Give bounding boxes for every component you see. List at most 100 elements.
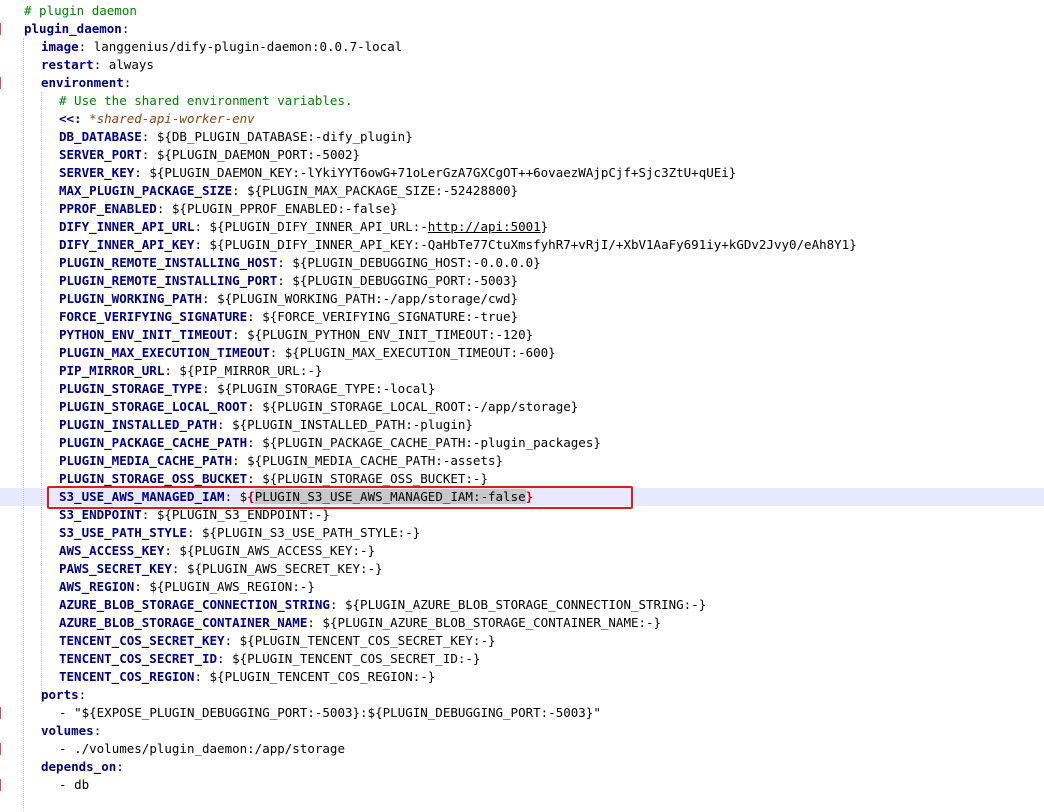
yaml-value: ${PLUGIN_DIFY_INNER_API_KEY:-QaHbTe77Ctu… [209,237,857,252]
code-line[interactable]: environment: [0,74,1044,92]
code-line[interactable]: volumes: [0,722,1044,740]
code-line[interactable]: plugin_daemon: [0,20,1044,38]
code-line[interactable]: depends_on: [0,758,1044,776]
code-line[interactable]: FORCE_VERIFYING_SIGNATURE: ${FORCE_VERIF… [0,308,1044,326]
yaml-merge-key: <<: [59,111,82,126]
yaml-value: ${PLUGIN_DIFY_INNER_API_URL:- [209,219,428,234]
code-line-text: depends_on: [41,759,124,774]
yaml-value: ${PLUGIN_TENCENT_COS_REGION:-} [209,669,436,684]
code-line[interactable]: DIFY_INNER_API_KEY: ${PLUGIN_DIFY_INNER_… [0,236,1044,254]
yaml-value: ${PLUGIN_STORAGE_OSS_BUCKET:-} [262,471,488,486]
code-line-text: PLUGIN_INSTALLED_PATH: ${PLUGIN_INSTALLE… [59,417,473,432]
code-line[interactable]: restart: always [0,56,1044,74]
code-line[interactable]: <<: *shared-api-worker-env [0,110,1044,128]
yaml-comment: # Use the shared environment variables. [59,93,353,108]
code-line[interactable]: PLUGIN_REMOTE_INSTALLING_PORT: ${PLUGIN_… [0,272,1044,290]
code-line-text: AZURE_BLOB_STORAGE_CONTAINER_NAME: ${PLU… [59,615,662,630]
yaml-key: MAX_PLUGIN_PACKAGE_SIZE [59,183,233,198]
fold-marker-icon[interactable] [0,707,4,719]
yaml-key: PIP_MIRROR_URL [59,363,165,378]
yaml-key: depends_on [41,759,117,774]
yaml-key: ports [41,687,79,702]
code-line[interactable]: PLUGIN_STORAGE_TYPE: ${PLUGIN_STORAGE_TY… [0,380,1044,398]
code-line[interactable]: # plugin daemon [0,2,1044,20]
code-line[interactable]: AZURE_BLOB_STORAGE_CONTAINER_NAME: ${PLU… [0,614,1044,632]
code-line-text: PLUGIN_REMOTE_INSTALLING_HOST: ${PLUGIN_… [59,255,541,270]
code-line-text: plugin_daemon: [24,21,130,36]
code-line-text: AWS_ACCESS_KEY: ${PLUGIN_AWS_ACCESS_KEY:… [59,543,376,558]
code-line[interactable]: TENCENT_COS_SECRET_KEY: ${PLUGIN_TENCENT… [0,632,1044,650]
yaml-value: always [108,57,154,72]
code-line[interactable]: PAWS_SECRET_KEY: ${PLUGIN_AWS_SECRET_KEY… [0,560,1044,578]
yaml-value: ${PLUGIN_MAX_PACKAGE_SIZE:-52428800} [247,183,519,198]
fold-marker-icon[interactable] [0,779,4,791]
code-line-text: PLUGIN_WORKING_PATH: ${PLUGIN_WORKING_PA… [59,291,519,306]
code-line-text: S3_USE_PATH_STYLE: ${PLUGIN_S3_USE_PATH_… [59,525,421,540]
code-line-text: - ./volumes/plugin_daemon:/app/storage [59,741,345,756]
code-line[interactable]: - ./volumes/plugin_daemon:/app/storage [0,740,1044,758]
code-line-text: ports: [41,687,87,702]
yaml-key: plugin_daemon [24,21,122,36]
code-line[interactable]: DB_DATABASE: ${DB_PLUGIN_DATABASE:-dify_… [0,128,1044,146]
yaml-key: PPROF_ENABLED [59,201,157,216]
yaml-key: environment [41,75,124,90]
code-line[interactable]: SERVER_KEY: ${PLUGIN_DAEMON_KEY:-lYkiYYT… [0,164,1044,182]
yaml-key: PLUGIN_MEDIA_CACHE_PATH [59,453,233,468]
yaml-key: TENCENT_COS_REGION [59,669,195,684]
code-line-text: - "${EXPOSE_PLUGIN_DEBUGGING_PORT:-5003}… [59,705,601,720]
fold-marker-icon[interactable] [0,77,4,89]
code-line-text: MAX_PLUGIN_PACKAGE_SIZE: ${PLUGIN_MAX_PA… [59,183,519,198]
yaml-key: FORCE_VERIFYING_SIGNATURE [59,309,248,324]
yaml-value: ${PLUGIN_STORAGE_TYPE:-local} [217,381,436,396]
code-line[interactable]: AWS_REGION: ${PLUGIN_AWS_REGION:-} [0,578,1044,596]
code-line[interactable]: PLUGIN_STORAGE_LOCAL_ROOT: ${PLUGIN_STOR… [0,398,1044,416]
code-line[interactable]: S3_USE_PATH_STYLE: ${PLUGIN_S3_USE_PATH_… [0,524,1044,542]
code-line[interactable]: PLUGIN_MAX_EXECUTION_TIMEOUT: ${PLUGIN_M… [0,344,1044,362]
yaml-alias: *shared-api-worker-env [89,111,255,126]
code-line[interactable]: TENCENT_COS_SECRET_ID: ${PLUGIN_TENCENT_… [0,650,1044,668]
fold-marker-icon[interactable] [0,743,4,755]
code-line[interactable]: PLUGIN_INSTALLED_PATH: ${PLUGIN_INSTALLE… [0,416,1044,434]
indent-guide [23,38,24,812]
code-line-text: PLUGIN_PACKAGE_CACHE_PATH: ${PLUGIN_PACK… [59,435,601,450]
code-line-text: <<: *shared-api-worker-env [59,110,255,128]
yaml-key: PLUGIN_REMOTE_INSTALLING_HOST [59,255,278,270]
yaml-value: ${PLUGIN_PACKAGE_CACHE_PATH:-plugin_pack… [262,435,601,450]
code-line[interactable]: - "${EXPOSE_PLUGIN_DEBUGGING_PORT:-5003}… [0,704,1044,722]
yaml-key: AZURE_BLOB_STORAGE_CONTAINER_NAME [59,615,308,630]
code-line[interactable]: SERVER_PORT: ${PLUGIN_DAEMON_PORT:-5002} [0,146,1044,164]
yaml-key: image [41,39,79,54]
yaml-value: ${PLUGIN_S3_ENDPOINT:-} [156,507,330,522]
code-line[interactable]: ports: [0,686,1044,704]
code-line-text: TENCENT_COS_SECRET_ID: ${PLUGIN_TENCENT_… [59,651,481,666]
code-line[interactable]: PLUGIN_PACKAGE_CACHE_PATH: ${PLUGIN_PACK… [0,434,1044,452]
code-line[interactable]: MAX_PLUGIN_PACKAGE_SIZE: ${PLUGIN_MAX_PA… [0,182,1044,200]
code-line[interactable]: AWS_ACCESS_KEY: ${PLUGIN_AWS_ACCESS_KEY:… [0,542,1044,560]
code-line-text: DIFY_INNER_API_URL: ${PLUGIN_DIFY_INNER_… [59,219,549,234]
code-line[interactable]: - db [0,776,1044,794]
code-line[interactable]: TENCENT_COS_REGION: ${PLUGIN_TENCENT_COS… [0,668,1044,686]
code-line[interactable]: PIP_MIRROR_URL: ${PIP_MIRROR_URL:-} [0,362,1044,380]
fold-marker-icon[interactable] [0,23,4,35]
code-line[interactable]: PPROF_ENABLED: ${PLUGIN_PPROF_ENABLED:-f… [0,200,1044,218]
code-line[interactable]: PYTHON_ENV_INIT_TIMEOUT: ${PLUGIN_PYTHON… [0,326,1044,344]
code-editor[interactable]: # plugin daemon plugin_daemon: image: lang… [0,0,1044,812]
yaml-key: PLUGIN_STORAGE_OSS_BUCKET [59,471,248,486]
yaml-list-item: ./volumes/plugin_daemon:/app/storage [74,741,345,756]
code-line[interactable]: PLUGIN_WORKING_PATH: ${PLUGIN_WORKING_PA… [0,290,1044,308]
yaml-key: PLUGIN_REMOTE_INSTALLING_PORT [59,273,278,288]
yaml-key: PLUGIN_MAX_EXECUTION_TIMEOUT [59,345,270,360]
code-line[interactable]: DIFY_INNER_API_URL: ${PLUGIN_DIFY_INNER_… [0,218,1044,236]
code-line-text: DB_DATABASE: ${DB_PLUGIN_DATABASE:-dify_… [59,129,413,144]
code-line[interactable]: # Use the shared environment variables. [0,92,1044,110]
yaml-key: SERVER_PORT [59,147,142,162]
code-line-text: AZURE_BLOB_STORAGE_CONNECTION_STRING: ${… [59,597,707,612]
code-line-text: PLUGIN_REMOTE_INSTALLING_PORT: ${PLUGIN_… [59,273,519,288]
yaml-key: AWS_ACCESS_KEY [59,543,165,558]
code-line[interactable]: PLUGIN_REMOTE_INSTALLING_HOST: ${PLUGIN_… [0,254,1044,272]
code-line[interactable]: PLUGIN_MEDIA_CACHE_PATH: ${PLUGIN_MEDIA_… [0,452,1044,470]
code-line[interactable]: image: langgenius/dify-plugin-daemon:0.0… [0,38,1044,56]
code-line[interactable]: AZURE_BLOB_STORAGE_CONNECTION_STRING: ${… [0,596,1044,614]
code-line-text: FORCE_VERIFYING_SIGNATURE: ${FORCE_VERIF… [59,309,519,324]
yaml-value: ${PIP_MIRROR_URL:-} [179,363,323,378]
